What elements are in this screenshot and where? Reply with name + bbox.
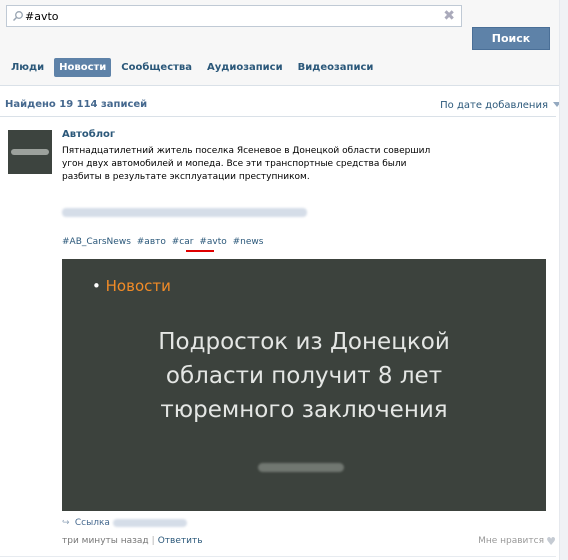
avatar[interactable]	[8, 130, 52, 174]
tab-communities[interactable]: Сообщества	[116, 58, 197, 77]
hashtag-list: #AB_CarsNews #авто #car #avto #news	[62, 237, 266, 247]
headline-line: области получит 8 лет	[165, 363, 443, 389]
divider	[0, 556, 556, 557]
headline-line: тюремного заключения	[160, 397, 448, 423]
search-icon	[12, 11, 23, 22]
results-count: Найдено 19 114 записей	[5, 99, 148, 110]
link-preview-image[interactable]: • Новости Подросток из Донецкой области …	[62, 259, 546, 511]
search-tabs: Люди Новости Сообщества Аудиозаписи Виде…	[6, 58, 383, 78]
link-icon: ↪	[62, 518, 70, 528]
link-label: Ссылка	[74, 518, 110, 528]
post-timestamp[interactable]: три минуты назад	[62, 536, 149, 546]
watermark	[258, 463, 344, 472]
preview-category: • Новости	[92, 277, 171, 295]
hashtag-link[interactable]: #AB_CarsNews	[62, 237, 131, 247]
clear-icon[interactable]: ✖	[443, 8, 455, 24]
logo	[11, 149, 49, 155]
headline-line: Подросток из Донецкой	[158, 329, 450, 355]
heart-icon[interactable]: ♥	[546, 535, 556, 548]
hashtag-link[interactable]: #avto	[199, 237, 226, 247]
post-author[interactable]: Автоблог	[62, 129, 115, 140]
tab-audio[interactable]: Аудиозаписи	[202, 58, 288, 77]
results-bar: Найдено 19 114 записей По дате добавлени…	[0, 96, 568, 116]
post-link-blurred[interactable]	[62, 208, 307, 217]
post-meta: три минуты назад | Ответить	[62, 536, 203, 546]
tab-people[interactable]: Люди	[6, 58, 49, 77]
post-text: Пятнадцатилетний житель поселка Ясеневое…	[62, 146, 431, 182]
tab-video[interactable]: Видеозаписи	[293, 58, 379, 77]
highlight-underline	[186, 250, 214, 252]
preview-headline: Подросток из Донецкой области получит 8 …	[62, 325, 546, 427]
search-header: ✖ Поиск Люди Новости Сообщества Аудиозап…	[0, 0, 568, 86]
search-button[interactable]: Поиск	[472, 27, 550, 50]
tab-news[interactable]: Новости	[54, 58, 112, 77]
preview-category-label: Новости	[105, 277, 171, 295]
separator: |	[151, 536, 155, 546]
hashtag-link[interactable]: #авто	[137, 237, 166, 247]
reply-link[interactable]: Ответить	[158, 536, 203, 546]
search-input[interactable]	[25, 9, 435, 23]
divider	[0, 116, 556, 117]
link-url-blurred[interactable]	[112, 518, 187, 527]
sort-select[interactable]: По дате добавления	[440, 100, 548, 111]
search-field[interactable]: ✖	[6, 5, 462, 27]
hashtag-link[interactable]: #news	[233, 237, 264, 247]
bullet: •	[92, 277, 101, 295]
like-button[interactable]: Мне нравится	[478, 536, 544, 546]
attached-link[interactable]: ↪ Ссылка	[62, 518, 187, 528]
scrollbar[interactable]	[559, 0, 568, 560]
hashtag-link[interactable]: #car	[172, 237, 194, 247]
